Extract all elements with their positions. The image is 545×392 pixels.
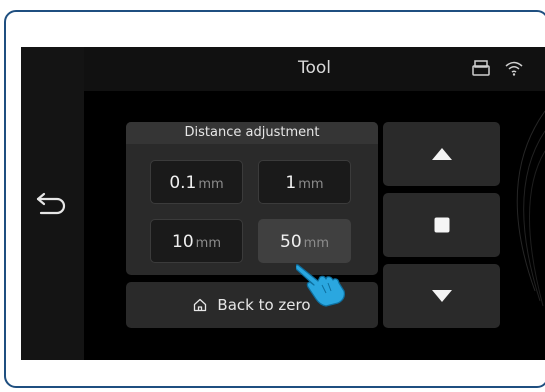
up-triangle-icon xyxy=(431,148,452,160)
top-header: Tool xyxy=(84,47,545,91)
distance-option-1mm[interactable]: 1 mm xyxy=(258,160,351,204)
home-icon xyxy=(193,298,207,312)
move-up-button[interactable] xyxy=(383,122,500,186)
back-arrow-icon xyxy=(36,192,66,215)
pointing-hand-icon xyxy=(296,264,345,307)
distance-option-50mm[interactable]: 50 mm xyxy=(258,219,351,263)
move-down-button[interactable] xyxy=(383,264,500,328)
wifi-icon xyxy=(505,61,523,76)
distance-panel: Distance adjustment 0.1 mm 1 mm 10 mm 50… xyxy=(126,122,378,275)
down-triangle-icon xyxy=(431,290,452,302)
stop-button[interactable] xyxy=(383,193,500,257)
stop-square-icon xyxy=(434,217,449,233)
touch-screen: Tool Distance adjustment 0.1 mm 1 mm 10 … xyxy=(21,47,545,360)
left-sidebar xyxy=(21,47,84,360)
back-button[interactable] xyxy=(31,185,73,221)
distance-heading: Distance adjustment xyxy=(126,122,378,144)
printer-icon xyxy=(472,60,490,76)
distance-option-0.1mm[interactable]: 0.1 mm xyxy=(150,160,243,204)
distance-option-10mm[interactable]: 10 mm xyxy=(150,219,243,263)
